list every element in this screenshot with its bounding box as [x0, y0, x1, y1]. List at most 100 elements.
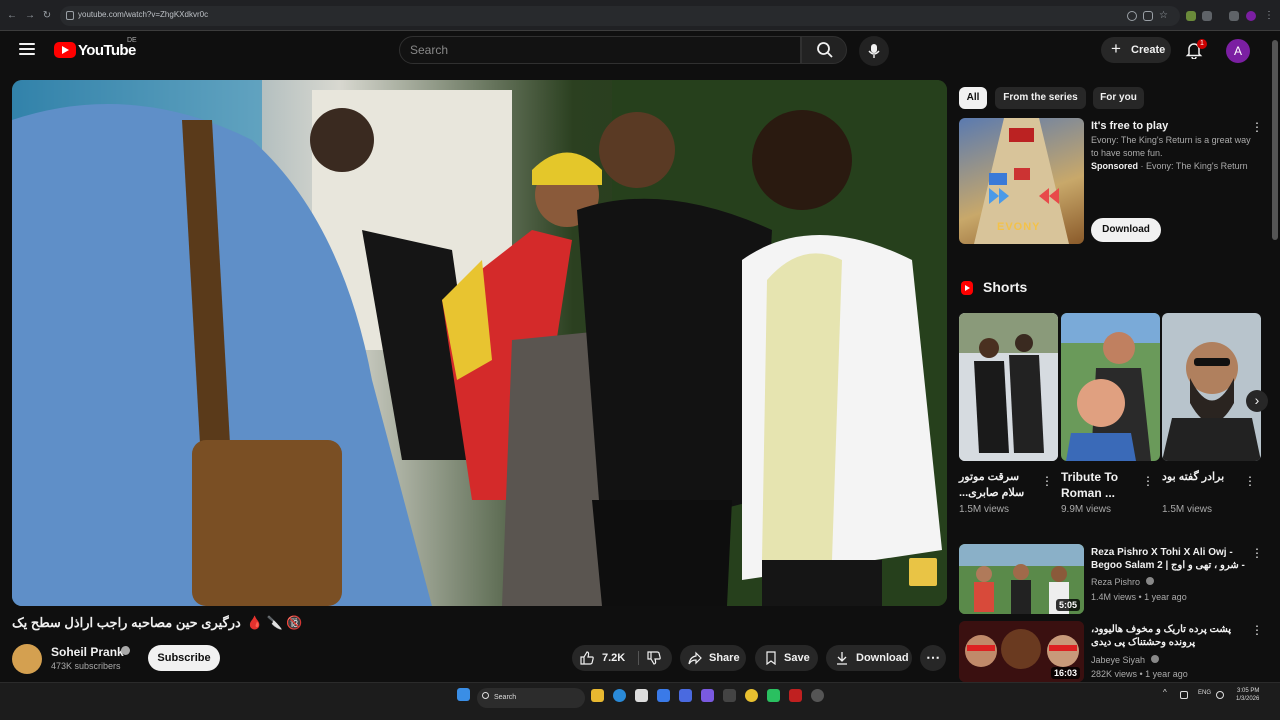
ad-title[interactable]: It's free to play — [1091, 120, 1168, 132]
file-explorer-icon[interactable] — [591, 689, 604, 702]
tray-network-icon[interactable] — [1180, 691, 1188, 699]
subscriber-count: 473K subscribers — [51, 661, 121, 671]
terminal-icon[interactable] — [723, 689, 736, 702]
taskbar: Search ^ ENG 3:05 PM 1/3/2026 — [0, 682, 1280, 720]
short-thumbnail-art — [1061, 313, 1160, 461]
create-button[interactable]: + Create — [1101, 37, 1171, 63]
short-title[interactable]: سرقت موتور سلام صابری... — [959, 469, 1039, 501]
taskbar-search-label: Search — [494, 694, 517, 701]
bookmark-icon — [766, 651, 776, 665]
zoom-icon[interactable] — [1127, 11, 1137, 21]
video-more-icon[interactable]: ⋮ — [1251, 623, 1263, 637]
like-count: 7.2K — [602, 652, 626, 664]
windows-start-icon[interactable] — [457, 688, 470, 701]
video-frame — [12, 80, 947, 606]
ad-thumbnail[interactable]: EVONY — [959, 118, 1084, 244]
bookmark-star-icon[interactable]: ☆ — [1159, 11, 1169, 21]
app-icon[interactable] — [767, 689, 780, 702]
shorts-next-arrow-icon[interactable]: › — [1246, 390, 1268, 412]
video-title-text: درگیری حین مصاحبه راجب اراذل سطح یک — [12, 615, 241, 630]
short-more-icon[interactable]: ⋮ — [1244, 474, 1256, 488]
page-scrollbar[interactable] — [1272, 40, 1278, 240]
media-player-icon[interactable] — [811, 689, 824, 702]
edge-icon[interactable] — [613, 689, 626, 702]
short-title[interactable]: Tribute To Roman ... — [1061, 469, 1141, 501]
like-dislike-group: 7.2K — [572, 645, 672, 671]
search-input[interactable] — [410, 42, 790, 58]
store-icon[interactable] — [635, 689, 648, 702]
app-icon[interactable] — [789, 689, 802, 702]
app-icon[interactable] — [679, 689, 692, 702]
video-more-icon[interactable]: ⋮ — [1251, 546, 1263, 560]
extensions-puzzle-icon[interactable] — [1229, 11, 1239, 21]
back-icon[interactable]: ← — [6, 10, 18, 22]
more-horizontal-icon: ⋯ — [926, 649, 940, 665]
download-label: Download — [856, 652, 909, 664]
short-more-icon[interactable]: ⋮ — [1142, 474, 1154, 488]
video-title-link[interactable]: پشت پرده تاریک و مخوف هالیوود، پرونده وح… — [1091, 623, 1246, 649]
more-actions-button[interactable]: ⋯ — [920, 645, 946, 671]
sponsored-label: Sponsored — [1091, 161, 1139, 171]
country-code: DE — [127, 37, 137, 44]
address-bar[interactable]: youtube.com/watch?v=ZhgKXdkvr0c — [60, 6, 1180, 26]
ad-more-icon[interactable]: ⋮ — [1251, 120, 1263, 134]
taskbar-search[interactable]: Search — [477, 688, 585, 708]
account-avatar[interactable]: A — [1226, 39, 1250, 63]
extension-icon[interactable] — [1202, 11, 1212, 21]
share-page-icon[interactable] — [1143, 11, 1153, 21]
short-title[interactable]: برادر گفته بود — [1162, 469, 1242, 485]
video-player[interactable] — [12, 80, 947, 606]
channel-name[interactable]: Soheil Prank — [51, 645, 124, 659]
short-views: 1.5M views — [959, 504, 1010, 515]
short-more-icon[interactable]: ⋮ — [1041, 474, 1053, 488]
video-channel[interactable]: Jabeye Siyah — [1091, 655, 1159, 665]
chrome-icon[interactable] — [745, 689, 758, 702]
short-views: 9.9M views — [1061, 504, 1112, 515]
ad-description: Evony: The King's Return is a great way … — [1091, 135, 1251, 158]
dislike-button[interactable] — [639, 645, 672, 671]
short-thumbnail[interactable] — [959, 313, 1058, 461]
video-thumbnail[interactable]: 16:03 — [959, 621, 1084, 682]
reload-icon[interactable]: ↻ — [41, 10, 53, 22]
youtube-play-icon — [54, 42, 76, 58]
tray-language[interactable]: ENG — [1198, 690, 1211, 696]
address-text: youtube.com/watch?v=ZhgKXdkvr0c — [78, 10, 209, 19]
video-thumbnail[interactable]: 5:05 — [959, 544, 1084, 614]
app-icon[interactable] — [657, 689, 670, 702]
profile-icon[interactable] — [1246, 11, 1256, 21]
channel-avatar[interactable] — [12, 644, 42, 674]
extension-icon[interactable] — [1186, 11, 1196, 21]
chip-from-the-series[interactable]: From the series — [995, 87, 1086, 109]
voice-search-button[interactable] — [859, 36, 889, 66]
short-thumbnail[interactable] — [1162, 313, 1261, 461]
chip-for-you[interactable]: For you — [1093, 87, 1144, 109]
plus-icon: + — [1111, 39, 1121, 58]
chip-all[interactable]: All — [959, 87, 987, 109]
site-info-icon[interactable] — [66, 11, 74, 20]
forward-icon[interactable]: → — [24, 10, 36, 22]
like-button[interactable]: 7.2K — [572, 645, 638, 671]
short-thumbnail[interactable] — [1061, 313, 1160, 461]
tray-wifi-icon[interactable] — [1216, 691, 1224, 699]
tray-clock[interactable]: 3:05 PM 1/3/2026 — [1236, 687, 1259, 703]
search-button[interactable] — [801, 36, 847, 64]
video-channel-name: Jabeye Siyah — [1091, 655, 1146, 665]
save-button[interactable]: Save — [755, 645, 818, 671]
video-meta: 1.4M views • 1 year ago — [1091, 592, 1187, 602]
notification-badge: 1 — [1197, 39, 1207, 49]
video-title-link[interactable]: Reza Pishro X Tohi X Ali Owj - Begoo Sal… — [1091, 546, 1246, 572]
shorts-title: Shorts — [983, 279, 1028, 295]
subscribe-button[interactable]: Subscribe — [148, 645, 220, 671]
browser-toolbar: ← → ↻ youtube.com/watch?v=ZhgKXdkvr0c ☆ … — [0, 0, 1280, 31]
browser-menu-icon[interactable]: ⋮ — [1264, 11, 1274, 21]
download-icon — [837, 652, 847, 665]
download-button[interactable]: Download — [826, 645, 912, 671]
ad-download-button[interactable]: Download — [1091, 218, 1161, 242]
share-button[interactable]: Share — [680, 645, 746, 671]
hamburger-menu-icon[interactable] — [19, 43, 35, 55]
video-channel[interactable]: Reza Pishro — [1091, 577, 1154, 587]
tray-chevron-icon[interactable]: ^ — [1163, 688, 1167, 697]
youtube-header: YouTube DE + Create 1 A — [0, 31, 1280, 71]
teams-icon[interactable] — [701, 689, 714, 702]
channel-watermark[interactable] — [909, 558, 937, 586]
